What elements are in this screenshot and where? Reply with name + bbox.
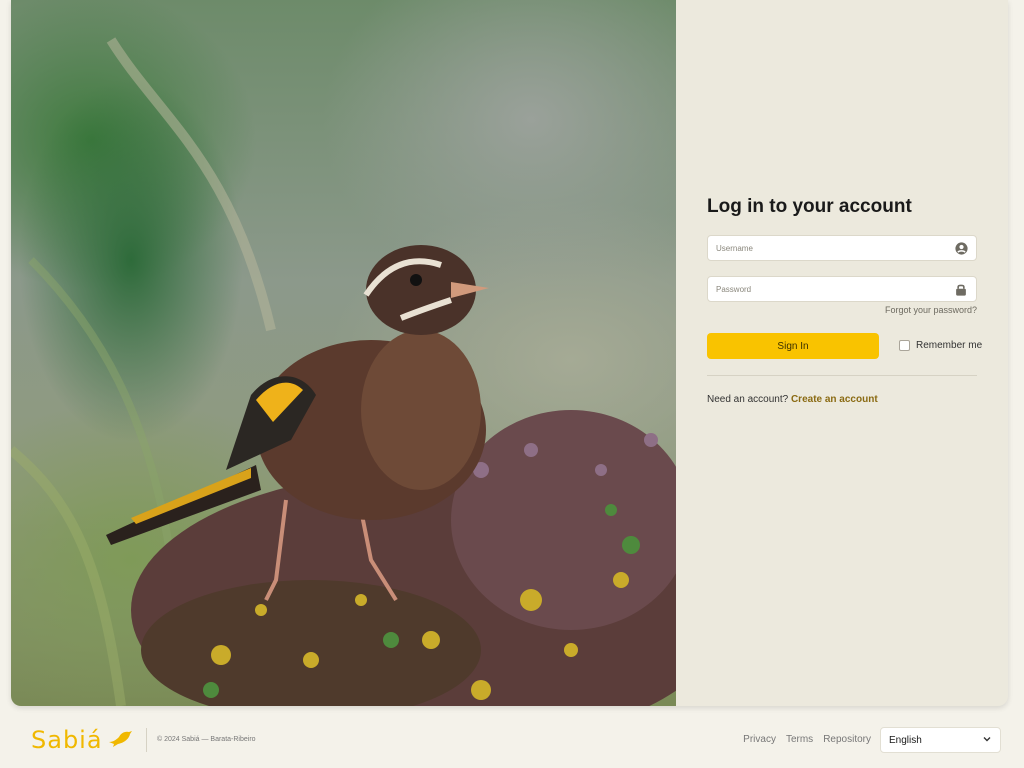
forgot-password-link[interactable]: Forgot your password? [707, 305, 977, 315]
footer-links: Privacy Terms Repository [743, 734, 871, 745]
privacy-link[interactable]: Privacy [743, 734, 776, 745]
divider [707, 375, 977, 376]
password-input[interactable] [716, 284, 954, 294]
create-account-link[interactable]: Create an account [791, 394, 878, 405]
brand-name: Sabiá [31, 726, 103, 754]
remember-me-checkbox[interactable] [899, 340, 910, 351]
hero-bird-photo [11, 0, 676, 706]
brand-logo[interactable]: Sabiá [31, 726, 133, 754]
password-field[interactable] [707, 276, 977, 302]
language-selected: English [889, 734, 922, 746]
copyright: © 2024 Sabiá — Barata-Ribeiro [157, 736, 256, 743]
footer-separator [146, 728, 147, 752]
user-circle-icon [954, 241, 968, 255]
login-panel: Log in to your account Forgot your passw [676, 0, 1008, 706]
remember-me-label: Remember me [916, 340, 983, 351]
language-select[interactable]: English [880, 727, 1001, 753]
login-title: Log in to your account [707, 196, 912, 217]
bird-icon [107, 726, 133, 754]
login-card: Log in to your account Forgot your passw [11, 0, 1008, 706]
username-input[interactable] [716, 243, 954, 253]
chevron-down-icon [982, 734, 992, 747]
repository-link[interactable]: Repository [823, 734, 871, 745]
username-field[interactable] [707, 235, 977, 261]
sign-in-button[interactable]: Sign In [707, 333, 879, 359]
terms-link[interactable]: Terms [786, 734, 813, 745]
signup-prompt: Need an account? Create an account [707, 394, 878, 405]
lock-icon [954, 282, 968, 296]
need-account-text: Need an account? [707, 394, 789, 405]
remember-me[interactable]: Remember me [899, 340, 982, 351]
bird-illustration [11, 37, 676, 706]
